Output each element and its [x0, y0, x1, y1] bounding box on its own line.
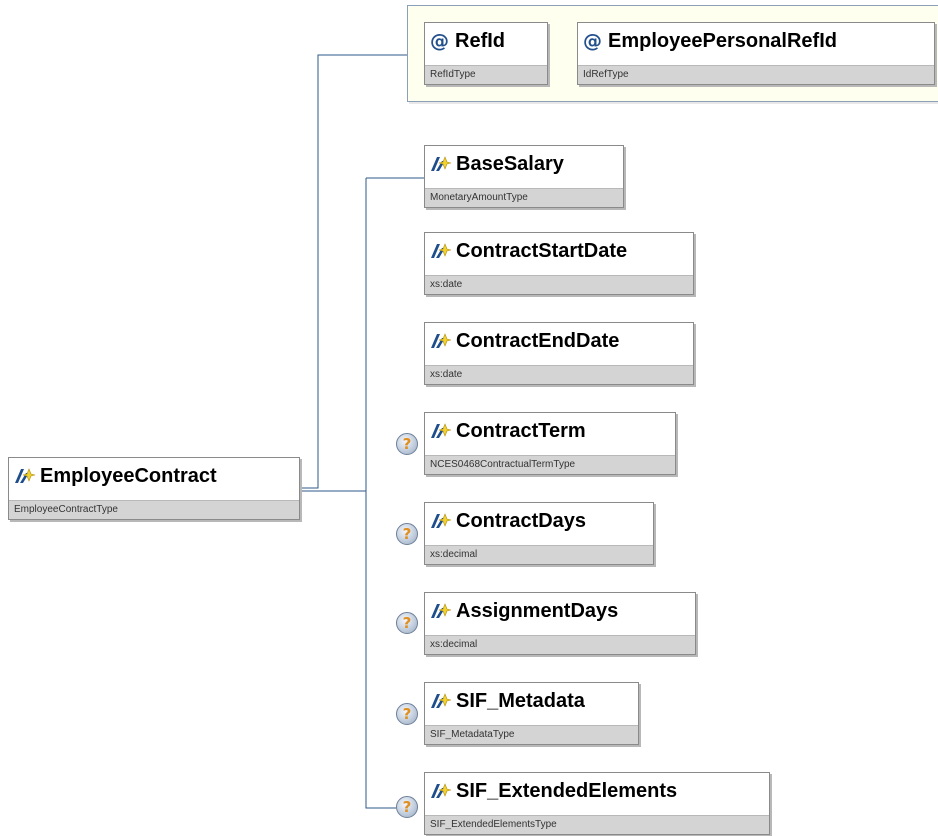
element-type: xs:decimal: [425, 545, 653, 564]
element-icon: [431, 783, 452, 798]
element-name: ContractStartDate: [456, 240, 628, 262]
element-name: AssignmentDays: [456, 600, 619, 622]
element-type: MonetaryAmountType: [425, 188, 623, 207]
element-name: BaseSalary: [456, 153, 564, 175]
attribute-icon: @: [430, 29, 449, 52]
element-name: ContractTerm: [456, 420, 586, 442]
element-type: SIF_ExtendedElementsType: [425, 815, 769, 834]
element-header: AssignmentDays: [425, 593, 695, 629]
element-header: SIF_ExtendedElements: [425, 773, 769, 809]
optional-icon: ?: [396, 433, 418, 455]
element-icon: [431, 156, 452, 171]
element-header: ContractEndDate: [425, 323, 693, 359]
element-contractdays[interactable]: ContractDays xs:decimal: [424, 502, 654, 565]
element-type: xs:date: [425, 365, 693, 384]
element-type: xs:date: [425, 275, 693, 294]
root-element-name: EmployeeContract: [40, 465, 217, 487]
element-name: ContractDays: [456, 510, 587, 532]
optional-icon: ?: [396, 523, 418, 545]
element-header: SIF_Metadata: [425, 683, 638, 719]
element-basesalary[interactable]: BaseSalary MonetaryAmountType: [424, 145, 624, 208]
element-header: ContractStartDate: [425, 233, 693, 269]
attribute-name: EmployeePersonalRefId: [608, 30, 837, 52]
attribute-type: IdRefType: [578, 65, 934, 84]
element-icon: [431, 513, 452, 528]
attribute-employeepersonalrefid[interactable]: @ EmployeePersonalRefId IdRefType: [577, 22, 935, 85]
element-icon: [431, 243, 452, 258]
element-type: NCES0468ContractualTermType: [425, 455, 675, 474]
element-icon: [431, 333, 452, 348]
optional-icon: ?: [396, 796, 418, 818]
element-name: SIF_Metadata: [456, 690, 585, 712]
element-type: xs:decimal: [425, 635, 695, 654]
attribute-icon: @: [583, 29, 602, 52]
element-icon: [431, 603, 452, 618]
attribute-group: @ RefId RefIdType @ EmployeePersonalRefI…: [407, 5, 938, 102]
optional-icon: ?: [396, 703, 418, 725]
root-element[interactable]: EmployeeContract EmployeeContractType: [8, 457, 300, 520]
element-contractenddate[interactable]: ContractEndDate xs:date: [424, 322, 694, 385]
root-element-header: EmployeeContract: [9, 458, 299, 494]
element-type: SIF_MetadataType: [425, 725, 638, 744]
element-header: BaseSalary: [425, 146, 623, 182]
element-header: ContractDays: [425, 503, 653, 539]
element-contractterm[interactable]: ContractTerm NCES0468ContractualTermType: [424, 412, 676, 475]
element-icon: [431, 423, 452, 438]
element-contractstartdate[interactable]: ContractStartDate xs:date: [424, 232, 694, 295]
element-name: SIF_ExtendedElements: [456, 780, 678, 802]
root-to-attributes-connector: [300, 54, 407, 489]
element-sif-metadata[interactable]: SIF_Metadata SIF_MetadataType: [424, 682, 639, 745]
element-header: ContractTerm: [425, 413, 675, 449]
attribute-name: RefId: [455, 30, 505, 52]
element-icon: [15, 468, 36, 483]
element-sif-extendedelements[interactable]: SIF_ExtendedElements SIF_ExtendedElement…: [424, 772, 770, 835]
element-icon: [431, 693, 452, 708]
attribute-refid[interactable]: @ RefId RefIdType: [424, 22, 548, 85]
root-element-type: EmployeeContractType: [9, 500, 299, 519]
element-assignmentdays[interactable]: AssignmentDays xs:decimal: [424, 592, 696, 655]
element-name: ContractEndDate: [456, 330, 620, 352]
attribute-header: @ EmployeePersonalRefId: [578, 23, 934, 59]
attribute-header: @ RefId: [425, 23, 547, 59]
optional-icon: ?: [396, 612, 418, 634]
attribute-type: RefIdType: [425, 65, 547, 84]
